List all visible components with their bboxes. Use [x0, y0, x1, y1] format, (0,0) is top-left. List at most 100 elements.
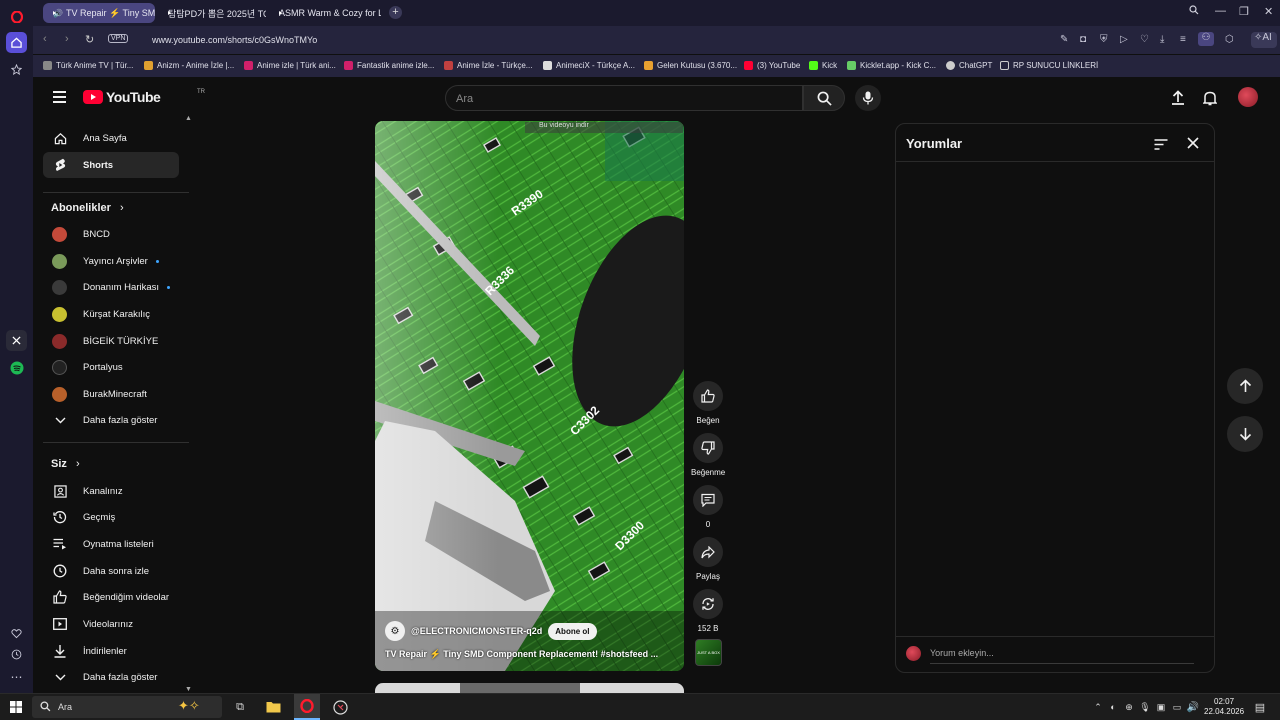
- like-button[interactable]: [693, 381, 723, 411]
- sidebar-item-downloads[interactable]: İndirilenler: [43, 638, 179, 664]
- comments-button[interactable]: [693, 485, 723, 515]
- vpn-badge[interactable]: VPN: [108, 34, 129, 43]
- history-icon[interactable]: [6, 644, 27, 665]
- share-action[interactable]: Paylaş: [691, 537, 725, 581]
- sidebar-item-your-channel[interactable]: Kanalınız: [43, 478, 179, 504]
- comments-action[interactable]: 0: [691, 485, 725, 529]
- tray-mic-icon[interactable]: 🎙: [1137, 699, 1153, 715]
- remix-button[interactable]: [693, 589, 723, 619]
- share-button[interactable]: [693, 537, 723, 567]
- bookmark-item[interactable]: Anime İzle - Türkçe...: [444, 61, 532, 70]
- download-banner[interactable]: Bu videoyu indir: [525, 122, 683, 133]
- file-explorer-icon[interactable]: [265, 699, 281, 715]
- subscribe-button[interactable]: Abone ol: [548, 622, 597, 640]
- bookmark-item[interactable]: Anime izle | Türk ani...: [244, 61, 336, 70]
- edit-icon[interactable]: ✎: [1060, 34, 1068, 45]
- comment-input[interactable]: Yorum ekleyin...: [930, 648, 1194, 664]
- tab-third[interactable]: ASMR Warm & Cozy for L: [269, 3, 381, 23]
- scroll-down-arrow-icon[interactable]: ▼: [185, 686, 192, 693]
- spotify-icon[interactable]: [6, 357, 27, 378]
- sidebar-item-history[interactable]: Geçmiş: [43, 504, 179, 530]
- hashtag-link[interactable]: #shotsfeed ...: [601, 649, 659, 659]
- search-tabs-icon[interactable]: [1189, 5, 1199, 18]
- sort-comments-button[interactable]: [1154, 137, 1168, 155]
- next-short-preview[interactable]: [375, 683, 684, 693]
- short-title[interactable]: TV Repair ⚡ Tiny SMD Component Replaceme…: [385, 649, 658, 660]
- channel-name[interactable]: @ELECTRONICMONSTER-q2d: [411, 626, 542, 636]
- close-window-button[interactable]: ✕: [1264, 5, 1273, 18]
- sidebar-item-liked-videos[interactable]: Beğendiğim videolar: [43, 584, 179, 610]
- tray-network-app-icon[interactable]: ⊕: [1121, 699, 1137, 715]
- task-view-icon[interactable]: ⧉: [232, 699, 248, 715]
- profile-icon[interactable]: ⚇: [1198, 32, 1214, 46]
- app-taskbar-icon[interactable]: [332, 699, 348, 715]
- short-video-player[interactable]: R3390 R3336 C3302 D3300 Bu videoyu indir…: [375, 121, 684, 671]
- menu-icon[interactable]: [53, 91, 66, 103]
- you-header[interactable]: Siz ›: [51, 458, 80, 470]
- bookmark-item[interactable]: Fantastik anime izle...: [344, 61, 434, 70]
- taskbar-search[interactable]: Ara ✦✧: [32, 696, 222, 718]
- sidebar-item-watch-later[interactable]: Daha sonra izle: [43, 558, 179, 584]
- heart-icon[interactable]: [6, 623, 27, 644]
- camera-icon[interactable]: ◘: [1080, 34, 1086, 45]
- notification-center-icon[interactable]: ▤: [1252, 699, 1268, 715]
- close-comments-button[interactable]: [1187, 136, 1199, 154]
- opera-logo-icon[interactable]: [6, 6, 27, 27]
- extensions-icon[interactable]: ⬡: [1225, 34, 1234, 45]
- maximize-button[interactable]: ❐: [1239, 5, 1249, 18]
- subscription-item[interactable]: Yayıncı Arşivler: [43, 248, 179, 274]
- search-button[interactable]: [803, 85, 845, 111]
- like-action[interactable]: Beğen: [691, 381, 725, 425]
- subscription-item[interactable]: BNCD: [43, 221, 179, 247]
- channel-avatar[interactable]: ⚙: [385, 621, 405, 641]
- menu-lines-icon[interactable]: ≡: [1180, 34, 1186, 45]
- sidebar-item-home[interactable]: Ana Sayfa: [43, 125, 179, 151]
- remix-action[interactable]: 152 B: [691, 589, 725, 633]
- youtube-logo[interactable]: YouTube TR: [83, 89, 205, 105]
- bookmark-item[interactable]: (3) YouTube: [744, 61, 800, 70]
- subscriptions-header[interactable]: Abonelikler ›: [51, 202, 124, 214]
- bookmark-item[interactable]: Gelen Kutusu (3.670...: [644, 61, 737, 70]
- bookmark-folder[interactable]: RP SUNUCU LİNKLERİ: [1000, 61, 1098, 70]
- previous-short-button[interactable]: [1227, 368, 1263, 404]
- taskbar-clock[interactable]: 02:07 22.04.2026: [1204, 697, 1244, 717]
- voice-search-button[interactable]: [855, 85, 881, 111]
- bookmark-item[interactable]: Kick: [809, 61, 837, 70]
- home-icon[interactable]: [6, 32, 27, 53]
- bookmark-item[interactable]: Türk Anime TV | Tür...: [43, 61, 133, 70]
- url-field[interactable]: www.youtube.com/shorts/c0GsWnoTMYo: [152, 35, 317, 45]
- sidebar-item-shorts[interactable]: Shorts: [43, 152, 179, 178]
- windows-start-icon[interactable]: [8, 699, 24, 715]
- minimize-button[interactable]: —: [1215, 5, 1226, 17]
- subscription-item[interactable]: Donanım Harikası: [43, 274, 179, 300]
- bookmark-item[interactable]: Anizm - Anime İzle |...: [144, 61, 234, 70]
- back-button[interactable]: ‹: [43, 33, 47, 45]
- opera-taskbar-button[interactable]: [294, 694, 320, 720]
- tray-volume-icon[interactable]: 🔊: [1185, 699, 1201, 715]
- subscription-item[interactable]: Kürşat Karakılıç: [43, 301, 179, 327]
- reload-button[interactable]: ↻: [85, 33, 94, 46]
- more-dots-icon[interactable]: ⋯: [6, 666, 27, 687]
- forward-button[interactable]: ›: [65, 33, 69, 45]
- tab-tv-repair[interactable]: 🔊 TV Repair ⚡ Tiny SM: [43, 3, 155, 23]
- sidebar-item-your-videos[interactable]: Videolarınız: [43, 611, 179, 637]
- bookmark-item[interactable]: ChatGPT: [946, 61, 992, 70]
- download-icon[interactable]: ⤓: [1160, 34, 1164, 45]
- search-input[interactable]: Ara: [445, 85, 803, 111]
- tray-chevron-up-icon[interactable]: ⌃: [1090, 699, 1106, 715]
- account-avatar[interactable]: [1238, 87, 1258, 107]
- new-tab-button[interactable]: +: [389, 6, 402, 19]
- bookmark-item[interactable]: AnimeciX - Türkçe A...: [543, 61, 635, 70]
- audio-source-thumbnail[interactable]: JUST A BOX: [695, 639, 722, 666]
- bookmark-star-icon[interactable]: [6, 59, 27, 80]
- next-short-button[interactable]: [1227, 416, 1263, 452]
- tab-second[interactable]: 탐탐PD가 뽑은 2025년 TO: [158, 3, 266, 23]
- shield-icon[interactable]: ⛨: [1100, 34, 1108, 45]
- dislike-button[interactable]: [693, 433, 723, 463]
- show-more-subscriptions[interactable]: Daha fazla göster: [43, 407, 179, 433]
- subscription-item[interactable]: BurakMinecraft: [43, 381, 179, 407]
- tray-device-icon[interactable]: ▣: [1153, 699, 1169, 715]
- upload-button[interactable]: [1171, 90, 1185, 110]
- bookmark-item[interactable]: Kicklet.app - Kick C...: [847, 61, 936, 70]
- play-icon[interactable]: ▷: [1120, 34, 1128, 45]
